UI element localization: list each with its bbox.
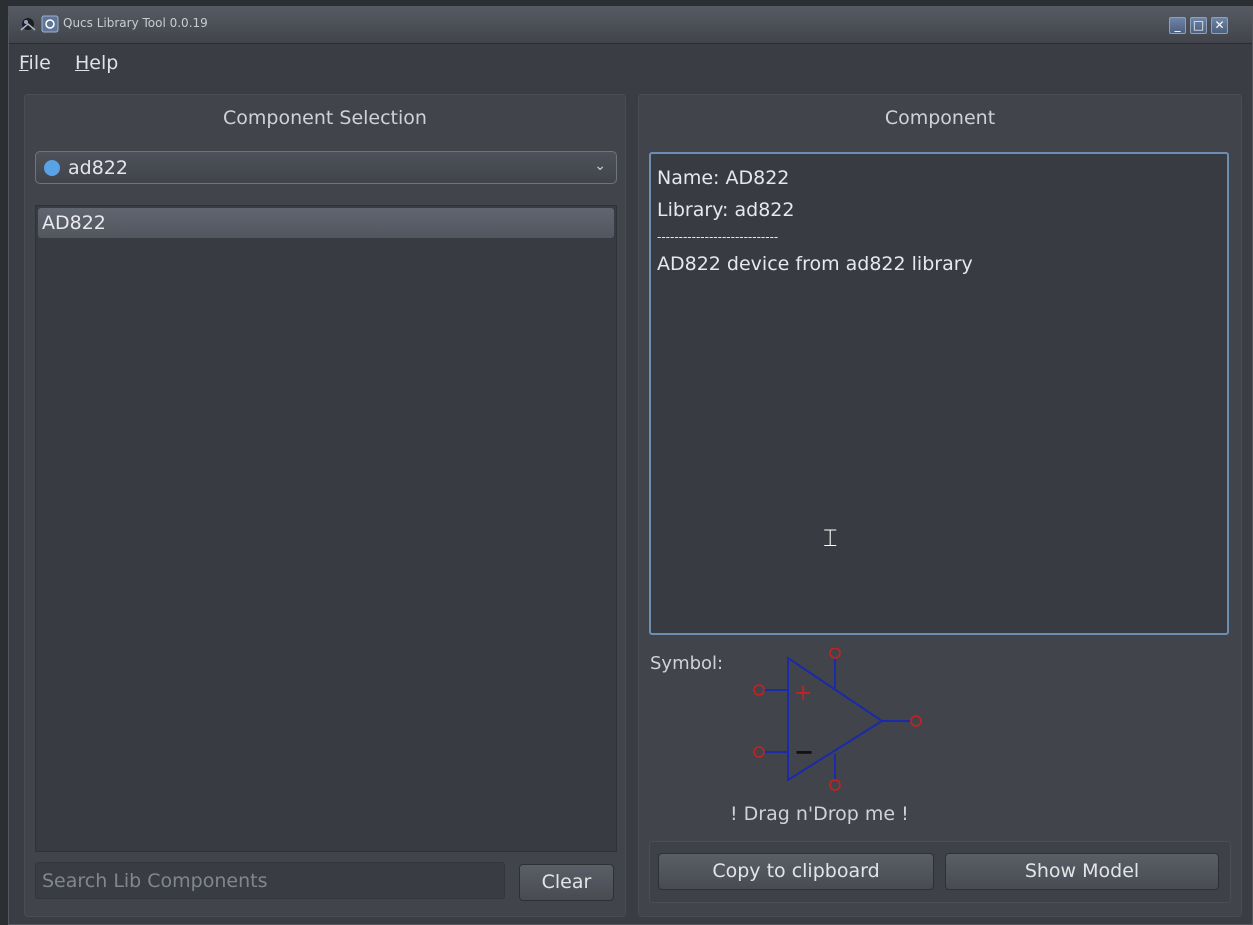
menu-file-label: ile [28, 52, 51, 74]
menu-file-mnemonic: F [19, 52, 29, 74]
window-menu-icon[interactable] [41, 15, 59, 33]
home-icon [44, 160, 60, 176]
library-combobox[interactable]: ad822 ⌄ [35, 151, 617, 184]
symbol-label: Symbol: [650, 653, 724, 674]
drag-drop-label: ! Drag n'Drop me ! [730, 803, 909, 825]
button-bar: Copy to clipboard Show Model [649, 841, 1231, 903]
menu-help-mnemonic: H [75, 52, 90, 74]
info-separator: ---------------------------- [657, 230, 779, 244]
symbol-plus-sign: + [794, 681, 812, 706]
component-list[interactable]: AD822 [35, 205, 617, 852]
app-logo-icon [20, 18, 36, 31]
component-title: Component [884, 107, 996, 129]
list-item[interactable]: AD822 [38, 208, 614, 238]
component-selection-panel: Component Selection ad822 ⌄ AD822 Clear [24, 94, 626, 917]
opamp-symbol[interactable]: + − [749, 648, 929, 793]
component-description: AD822 device from ad822 library [657, 253, 973, 275]
window-title: Qucs Library Tool 0.0.19 [63, 16, 208, 30]
app-window: Qucs Library Tool 0.0.19 _ □ ✕ File Help… [8, 6, 1253, 925]
component-info-textview[interactable]: Name: AD822 Library: ad822 -------------… [649, 152, 1229, 635]
menu-bar: File Help [9, 44, 1252, 94]
component-selection-title: Component Selection [223, 107, 427, 129]
menu-file[interactable]: File [19, 52, 51, 74]
component-name-line: Name: AD822 [657, 167, 790, 189]
minimize-button[interactable]: _ [1169, 17, 1186, 34]
symbol-minus-sign: − [794, 738, 814, 766]
title-bar[interactable]: Qucs Library Tool 0.0.19 _ □ ✕ [9, 7, 1252, 44]
menu-help-label: elp [89, 52, 119, 74]
clear-button[interactable]: Clear [519, 864, 614, 901]
component-library-line: Library: ad822 [657, 199, 795, 221]
maximize-button[interactable]: □ [1190, 17, 1207, 34]
copy-to-clipboard-button[interactable]: Copy to clipboard [658, 853, 934, 890]
close-button[interactable]: ✕ [1211, 17, 1228, 34]
library-combobox-value: ad822 [68, 157, 128, 179]
search-input[interactable] [35, 862, 505, 899]
menu-help[interactable]: Help [75, 52, 118, 74]
chevron-down-icon: ⌄ [594, 158, 606, 174]
component-panel: Component Name: AD822 Library: ad822 ---… [638, 94, 1242, 917]
show-model-button[interactable]: Show Model [945, 853, 1219, 890]
text-cursor-icon: ⌶ [823, 524, 838, 552]
